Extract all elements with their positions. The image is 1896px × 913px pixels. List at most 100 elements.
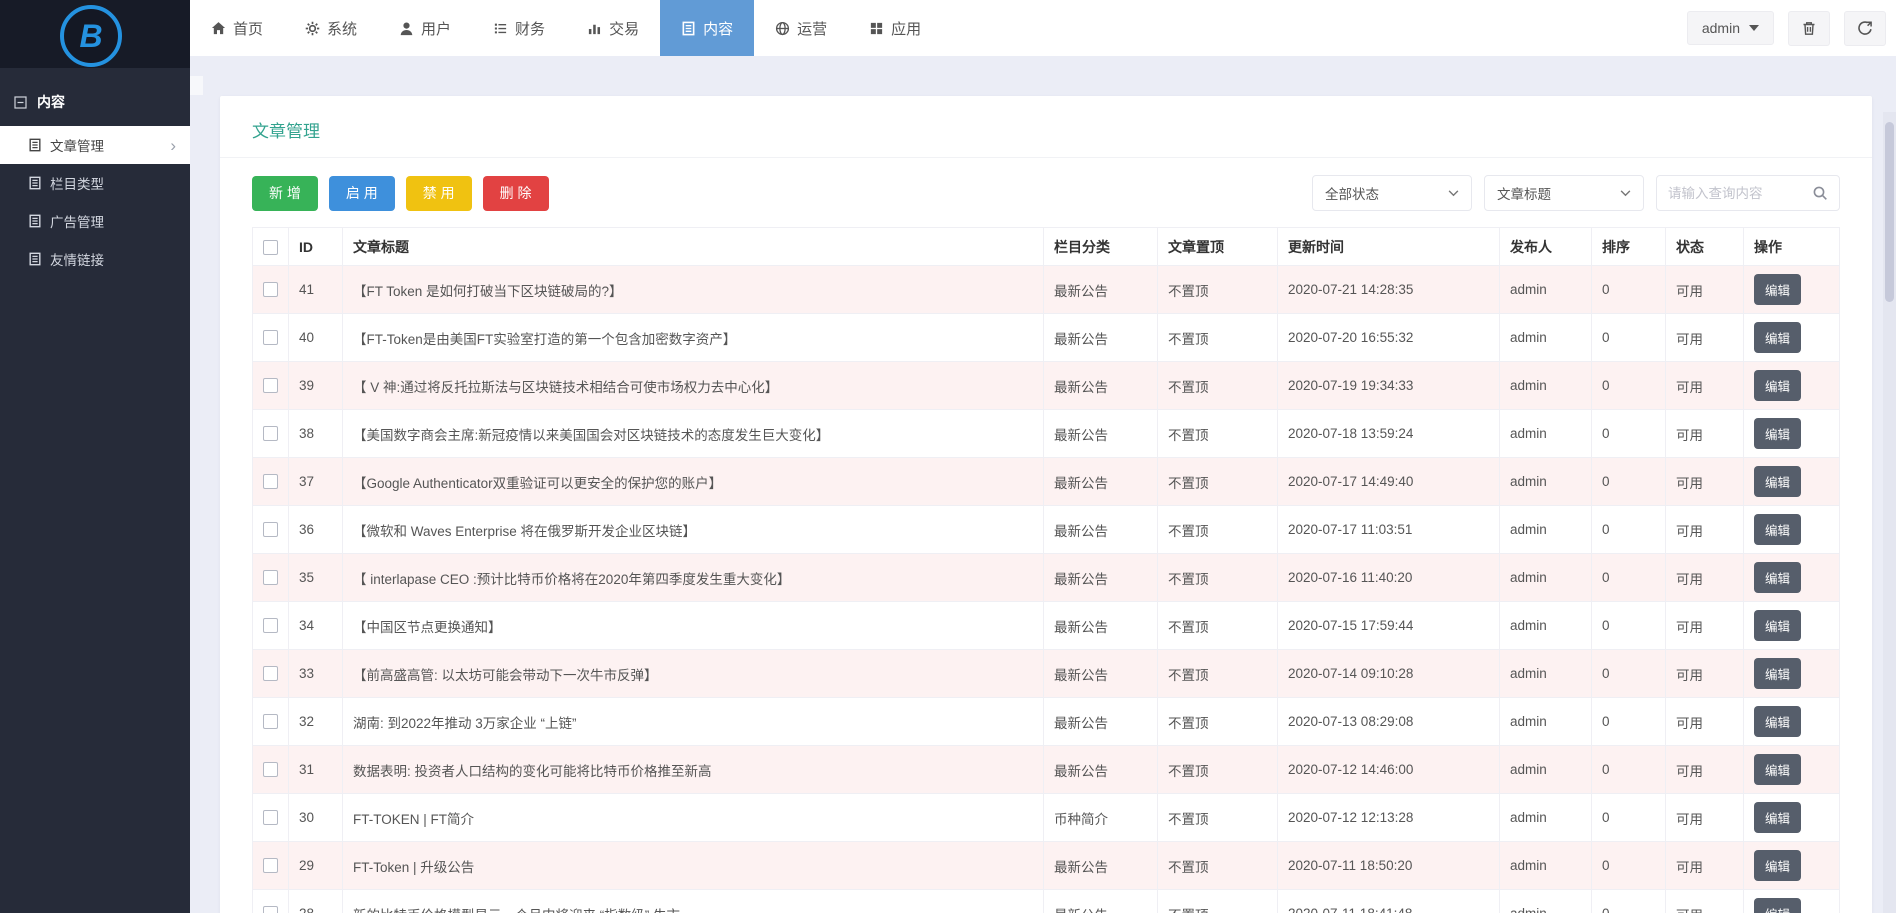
- row-actions-cell: 编辑: [1744, 602, 1840, 650]
- row-title-cell: 【 V 神:通过将反托拉斯法与区块链技术相结合可使市场权力去中心化】: [343, 362, 1044, 410]
- row-checkbox[interactable]: [263, 618, 278, 633]
- nav-operations[interactable]: 运营: [754, 0, 848, 56]
- edit-button[interactable]: 编辑: [1754, 706, 1801, 737]
- trash-button[interactable]: [1788, 11, 1830, 46]
- table-row: 33 【前高盛高管: 以太坊可能会带动下一次牛市反弹】 最新公告 不置顶 202…: [253, 650, 1840, 698]
- sidebar-item-column-type[interactable]: 栏目类型: [0, 164, 190, 202]
- nav-user[interactable]: 用户: [378, 0, 472, 56]
- row-publisher-cell: admin: [1500, 362, 1592, 410]
- nav-trade[interactable]: 交易: [566, 0, 660, 56]
- edit-button[interactable]: 编辑: [1754, 754, 1801, 785]
- nav-finance[interactable]: 财务: [472, 0, 566, 56]
- vertical-scrollbar[interactable]: [1883, 112, 1896, 913]
- edit-button[interactable]: 编辑: [1754, 562, 1801, 593]
- card-header: 文章管理: [220, 96, 1872, 158]
- nav-label: 运营: [797, 18, 827, 39]
- row-checkbox[interactable]: [263, 666, 278, 681]
- row-checkbox-cell: [253, 650, 289, 698]
- row-status-cell: 可用: [1666, 458, 1744, 506]
- nav-system[interactable]: 系统: [284, 0, 378, 56]
- edit-button[interactable]: 编辑: [1754, 610, 1801, 641]
- search-icon[interactable]: [1812, 185, 1828, 201]
- search-input[interactable]: [1668, 186, 1812, 201]
- row-updated-cell: 2020-07-14 09:10:28: [1278, 650, 1500, 698]
- row-updated-cell: 2020-07-17 11:03:51: [1278, 506, 1500, 554]
- row-updated-cell: 2020-07-13 08:29:08: [1278, 698, 1500, 746]
- edit-button[interactable]: 编辑: [1754, 274, 1801, 305]
- field-select[interactable]: 文章标题: [1484, 175, 1644, 211]
- scrollbar-thumb[interactable]: [1885, 122, 1894, 302]
- edit-button[interactable]: 编辑: [1754, 370, 1801, 401]
- col-sort: 排序: [1592, 228, 1666, 266]
- sidebar-item-article-management[interactable]: 文章管理 ›: [0, 126, 190, 164]
- row-checkbox[interactable]: [263, 330, 278, 345]
- row-actions-cell: 编辑: [1744, 842, 1840, 890]
- row-actions-cell: 编辑: [1744, 890, 1840, 913]
- edit-button[interactable]: 编辑: [1754, 850, 1801, 881]
- nav-label: 用户: [421, 18, 451, 39]
- bar-chart-icon: [587, 21, 602, 36]
- edit-button[interactable]: 编辑: [1754, 658, 1801, 689]
- row-checkbox[interactable]: [263, 426, 278, 441]
- table-row: 35 【 interlapase CEO :预计比特币价格将在2020年第四季度…: [253, 554, 1840, 602]
- edit-button[interactable]: 编辑: [1754, 418, 1801, 449]
- row-checkbox[interactable]: [263, 570, 278, 585]
- row-publisher-cell: admin: [1500, 794, 1592, 842]
- sidebar: B 内容 文章管理 › 栏目类型 广告管理 友情链接: [0, 0, 190, 913]
- row-title-cell: 数据表明: 投资者人口结构的变化可能将比特币价格推至新高: [343, 746, 1044, 794]
- table-row: 28 新的比特币价格模型显示一个月内将迎来 “指数级” 牛市 最新公告 不置顶 …: [253, 890, 1840, 913]
- row-status-cell: 可用: [1666, 650, 1744, 698]
- row-checkbox[interactable]: [263, 378, 278, 393]
- row-category-cell: 最新公告: [1044, 410, 1158, 458]
- delete-button[interactable]: 删 除: [483, 176, 549, 211]
- row-category-cell: 最新公告: [1044, 602, 1158, 650]
- edit-button[interactable]: 编辑: [1754, 898, 1801, 913]
- row-checkbox[interactable]: [263, 474, 278, 489]
- row-checkbox-cell: [253, 506, 289, 554]
- row-category-cell: 最新公告: [1044, 362, 1158, 410]
- nav-label: 应用: [891, 18, 921, 39]
- edit-button[interactable]: 编辑: [1754, 466, 1801, 497]
- logout-button[interactable]: [1844, 11, 1886, 46]
- add-button[interactable]: 新 增: [252, 176, 318, 211]
- row-status-cell: 可用: [1666, 554, 1744, 602]
- table-body: 41 【FT Token 是如何打破当下区块链破局的?】 最新公告 不置顶 20…: [253, 266, 1840, 913]
- nav-home[interactable]: 首页: [190, 0, 284, 56]
- edit-button[interactable]: 编辑: [1754, 322, 1801, 353]
- row-top-cell: 不置顶: [1158, 362, 1278, 410]
- row-checkbox[interactable]: [263, 810, 278, 825]
- chevron-down-icon: [1620, 190, 1631, 197]
- select-all-checkbox[interactable]: [263, 240, 278, 255]
- row-id-cell: 34: [289, 602, 343, 650]
- enable-button[interactable]: 启 用: [329, 176, 395, 211]
- status-select[interactable]: 全部状态: [1312, 175, 1472, 211]
- sidebar-item-friend-links[interactable]: 友情链接: [0, 240, 190, 278]
- row-checkbox[interactable]: [263, 762, 278, 777]
- row-id-cell: 29: [289, 842, 343, 890]
- row-actions-cell: 编辑: [1744, 746, 1840, 794]
- edit-button[interactable]: 编辑: [1754, 514, 1801, 545]
- row-checkbox[interactable]: [263, 906, 278, 913]
- row-checkbox[interactable]: [263, 282, 278, 297]
- disable-button[interactable]: 禁 用: [406, 176, 472, 211]
- row-publisher-cell: admin: [1500, 554, 1592, 602]
- sidebar-collapse-handle[interactable]: [190, 76, 203, 95]
- search-box: [1656, 175, 1840, 211]
- row-checkbox[interactable]: [263, 714, 278, 729]
- row-publisher-cell: admin: [1500, 506, 1592, 554]
- row-checkbox-cell: [253, 314, 289, 362]
- nav-content[interactable]: 内容: [660, 0, 754, 56]
- nav-apps[interactable]: 应用: [848, 0, 942, 56]
- row-status-cell: 可用: [1666, 410, 1744, 458]
- row-checkbox[interactable]: [263, 522, 278, 537]
- sidebar-item-ad-management[interactable]: 广告管理: [0, 202, 190, 240]
- toolbar: 新 增 启 用 禁 用 删 除 全部状态 文章标题: [252, 175, 1840, 211]
- row-sort-cell: 0: [1592, 602, 1666, 650]
- row-id-cell: 31: [289, 746, 343, 794]
- row-publisher-cell: admin: [1500, 458, 1592, 506]
- user-menu-button[interactable]: admin: [1687, 11, 1774, 45]
- row-top-cell: 不置顶: [1158, 746, 1278, 794]
- edit-button[interactable]: 编辑: [1754, 802, 1801, 833]
- row-actions-cell: 编辑: [1744, 314, 1840, 362]
- row-checkbox[interactable]: [263, 858, 278, 873]
